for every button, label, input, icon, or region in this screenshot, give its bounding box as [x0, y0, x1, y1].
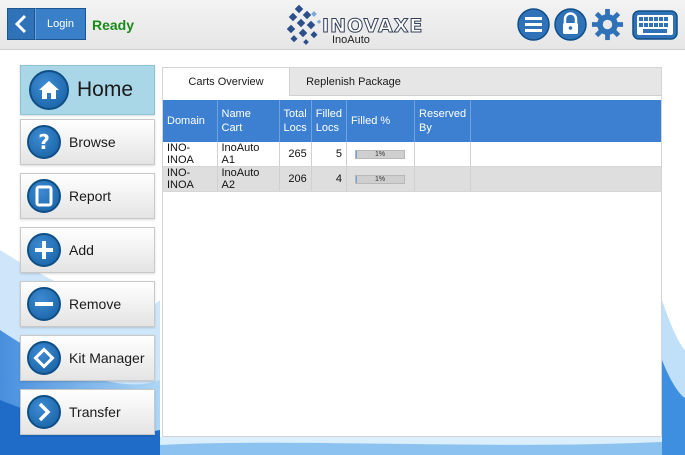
column-header-filled-pct[interactable]: Filled % [346, 100, 416, 142]
plus-icon [27, 233, 61, 267]
logo-mark-icon [286, 4, 322, 45]
cell-domain: INO-INOA [163, 166, 218, 192]
list-icon [517, 8, 550, 41]
list-button[interactable] [517, 8, 550, 41]
menu-add-button[interactable]: Add [20, 227, 155, 273]
login-button[interactable]: Login [35, 8, 86, 40]
cell-reserved-by [414, 142, 472, 167]
logo: INOVAXE InoAuto [282, 2, 423, 48]
gear-icon [591, 8, 624, 41]
table-header-row: Domain Name Cart Total Locs Filled Locs … [163, 100, 661, 142]
cell-total-locs: 265 [279, 142, 312, 167]
question-icon: ? [27, 125, 61, 159]
menu-home-button[interactable]: Home [20, 65, 155, 115]
progress-label: 1% [374, 150, 386, 158]
logo-subtitle: InoAuto [332, 34, 370, 46]
cell-empty [470, 142, 661, 167]
table-row[interactable]: INO-INOA InoAuto A2 206 4 1% [163, 166, 661, 192]
menu-label: Report [69, 188, 112, 204]
cell-filled-locs: 4 [311, 166, 348, 192]
cell-filled-pct: 1% [346, 166, 416, 192]
report-icon [27, 179, 61, 213]
progress-bar: 1% [355, 174, 406, 184]
tab-bar: Carts Overview Replenish Package [163, 68, 661, 96]
menu-label: Add [69, 242, 94, 258]
column-header-empty [471, 100, 661, 142]
menu-label: Kit Manager [69, 350, 145, 366]
menu-label: Remove [69, 296, 122, 312]
progress-bar: 1% [355, 149, 406, 159]
column-header-name-cart[interactable]: Name Cart [217, 100, 280, 142]
tab-replenish-package[interactable]: Replenish Package [290, 68, 417, 96]
table-row[interactable]: INO-INOA InoAuto A1 265 5 1% [163, 142, 661, 167]
chevron-right-icon [27, 395, 61, 429]
cell-reserved-by [414, 166, 472, 192]
lock-icon [554, 8, 587, 41]
tab-carts-overview[interactable]: Carts Overview [163, 68, 290, 96]
keyboard-icon [632, 9, 678, 40]
cell-filled-locs: 5 [311, 142, 348, 167]
menu-label: Browse [69, 134, 116, 150]
cell-total-locs: 206 [279, 166, 312, 192]
home-icon [29, 70, 69, 110]
minus-icon [27, 287, 61, 321]
lock-button[interactable] [554, 8, 587, 41]
cell-filled-pct: 1% [346, 142, 416, 167]
svg-text:?: ? [38, 131, 50, 153]
status-text: Ready [92, 17, 135, 33]
chevron-left-icon [14, 14, 27, 34]
column-header-total-locs[interactable]: Total Locs [279, 100, 312, 142]
cell-domain: INO-INOA [163, 142, 218, 167]
menu-label: Home [77, 78, 134, 101]
settings-button[interactable] [591, 8, 624, 41]
menu-kit-manager-button[interactable]: Kit Manager [20, 335, 155, 381]
back-button[interactable] [7, 8, 35, 40]
menu-remove-button[interactable]: Remove [20, 281, 155, 327]
top-bar: Login Ready INOVAXE InoAuto [0, 0, 685, 50]
cell-name-cart: InoAuto A2 [217, 166, 280, 192]
keyboard-button[interactable] [631, 8, 679, 41]
kit-icon [27, 341, 61, 375]
column-header-reserved-by[interactable]: Reserved By [414, 100, 472, 142]
progress-label: 1% [374, 175, 386, 183]
main-panel: Carts Overview Replenish Package Domain … [162, 67, 662, 437]
cell-name-cart: InoAuto A1 [217, 142, 280, 167]
column-header-domain[interactable]: Domain [163, 100, 218, 142]
cell-empty [470, 166, 661, 192]
menu-label: Transfer [69, 404, 121, 420]
menu-report-button[interactable]: Report [20, 173, 155, 219]
carts-table: Domain Name Cart Total Locs Filled Locs … [163, 100, 661, 192]
menu-transfer-button[interactable]: Transfer [20, 389, 155, 435]
column-header-filled-locs[interactable]: Filled Locs [311, 100, 348, 142]
menu-browse-button[interactable]: ? Browse [20, 119, 155, 165]
